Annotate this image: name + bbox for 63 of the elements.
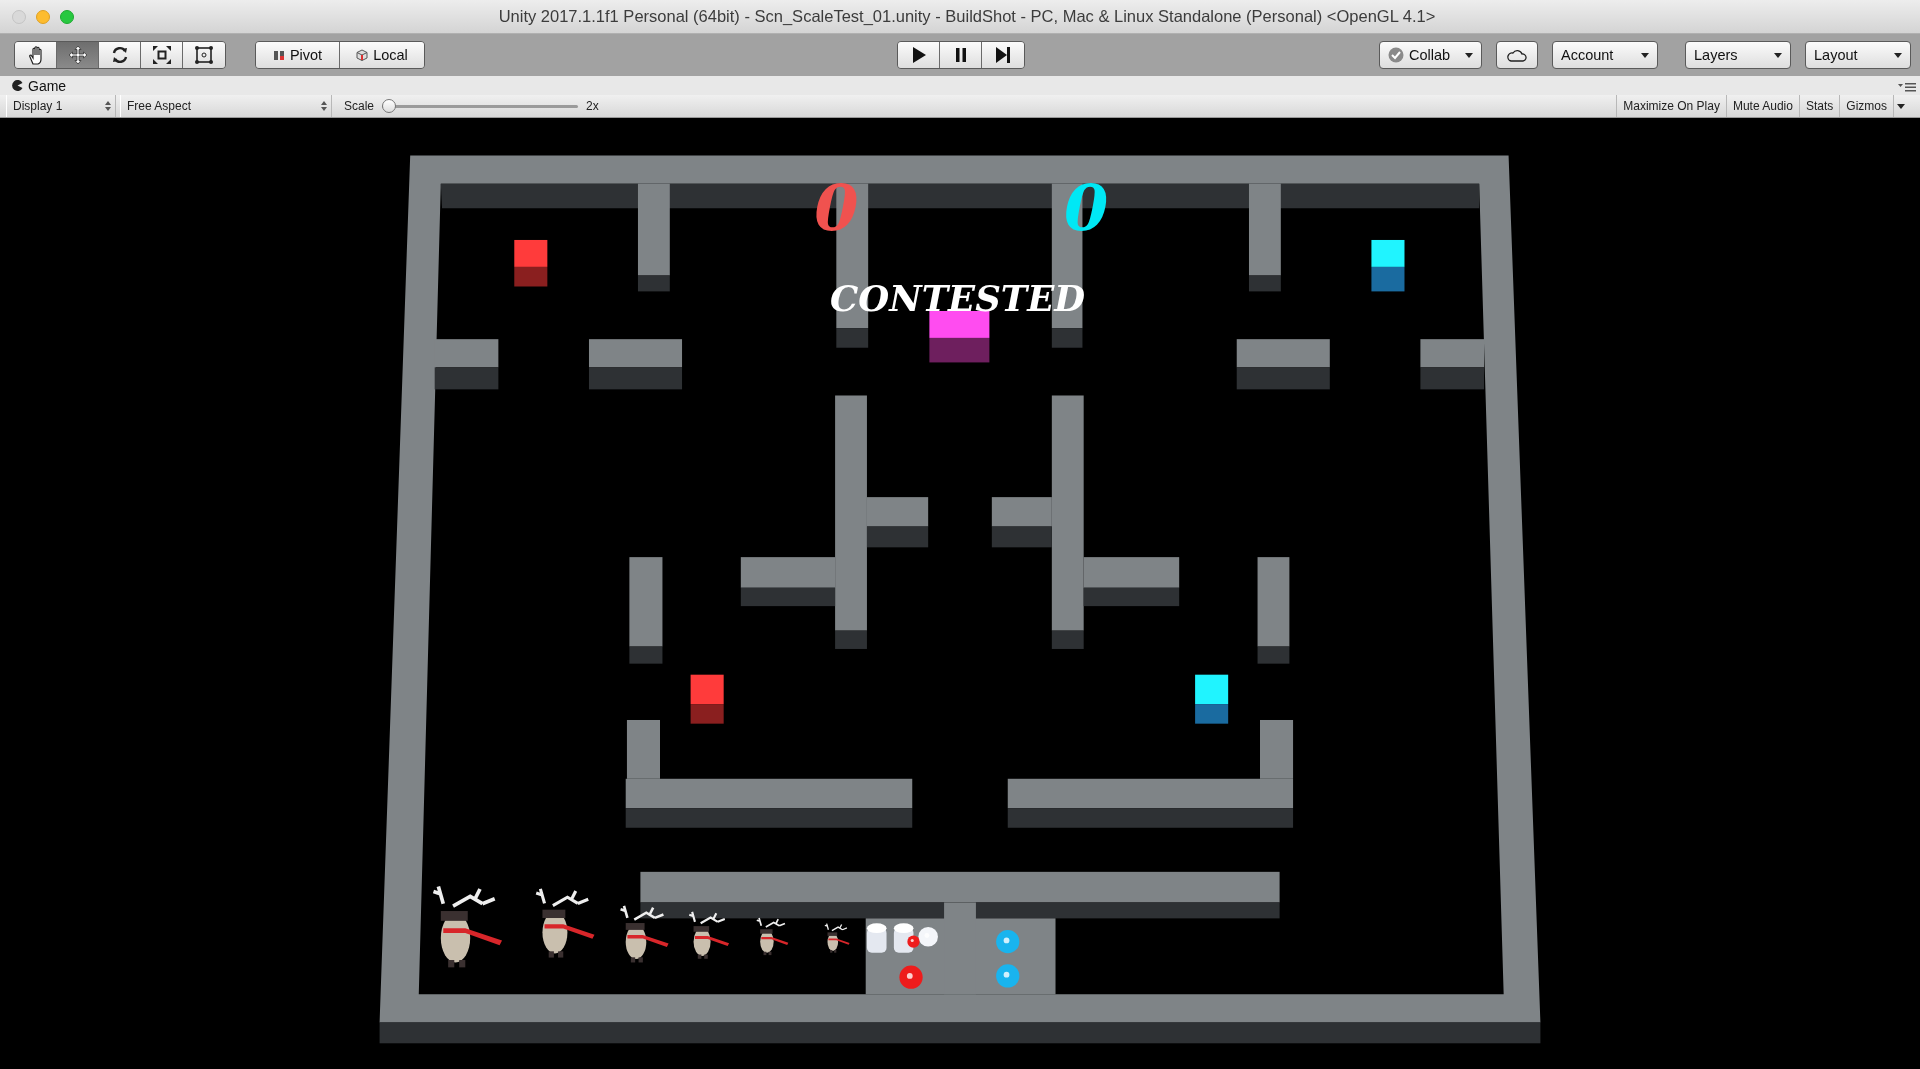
deer-character	[688, 910, 730, 959]
gizmos-dropdown[interactable]	[1893, 95, 1908, 117]
window-title: Unity 2017.1.1f1 Personal (64bit) - Scn_ScaleTest_01.unity - BuildShot - PC, Mac & Linux Standalone (Personal) <OpenGL 4.1>	[497, 7, 1437, 26]
cylinder	[866, 923, 887, 953]
toggle-button[interactable]: Mute Audio	[1725, 95, 1799, 117]
caret-icon	[1641, 52, 1649, 58]
pacman-icon	[12, 80, 23, 91]
deer-character	[824, 922, 850, 953]
score-text: 0	[814, 170, 859, 246]
tool-button[interactable]	[15, 42, 57, 68]
dropdown-menu[interactable]: Account	[1552, 41, 1658, 69]
pivot-mode-button[interactable]: Local	[340, 42, 424, 68]
tool-button[interactable]	[99, 42, 141, 68]
caret-icon	[1894, 52, 1902, 58]
scale-label: Scale	[344, 99, 375, 113]
status-text: CONTESTED	[830, 278, 1086, 319]
deer-character	[619, 904, 669, 963]
game-tab[interactable]: Game	[12, 77, 67, 94]
dropdown-menu[interactable]: Layout	[1805, 41, 1911, 69]
toggle-button[interactable]: Stats	[1798, 95, 1840, 117]
sphere	[996, 964, 1020, 988]
updown-arrow-icon	[321, 101, 327, 111]
scale-slider[interactable]	[382, 99, 579, 113]
scale-value: 2x	[586, 99, 599, 113]
toggle-button[interactable]: Gizmos	[1839, 95, 1893, 117]
play-button[interactable]	[898, 42, 940, 68]
step-button[interactable]	[982, 42, 1024, 68]
dropdown-menu[interactable]: Layers	[1685, 41, 1791, 69]
collab-button[interactable]: Collab	[1379, 41, 1482, 69]
check-circle-icon	[1388, 47, 1404, 63]
slider-thumb[interactable]	[382, 99, 397, 113]
wall	[434, 339, 499, 390]
cloud-icon	[1507, 48, 1527, 62]
caret-icon	[1897, 103, 1905, 109]
deer-character	[534, 887, 595, 958]
aspect-dropdown[interactable]: Free Aspect	[120, 95, 332, 117]
panel-menu-icon[interactable]	[1898, 82, 1916, 92]
sphere	[996, 930, 1020, 954]
toggle-button[interactable]: Maximize On Play	[1616, 95, 1726, 117]
tool-button[interactable]	[141, 42, 183, 68]
cloud-button[interactable]	[1496, 41, 1538, 69]
cube-icon	[356, 49, 369, 61]
tool-button[interactable]	[183, 42, 225, 68]
rect-tool-icon	[194, 45, 214, 65]
pivot-mode-button[interactable]: Pivot	[256, 42, 340, 68]
cube	[690, 674, 724, 724]
sphere	[899, 965, 923, 989]
step-icon	[993, 45, 1013, 65]
score-text: 0	[1063, 170, 1109, 246]
cube	[929, 311, 990, 363]
caret-icon	[1774, 52, 1782, 58]
scale-icon	[151, 45, 172, 65]
deer-character	[755, 917, 789, 956]
wall	[1420, 339, 1485, 390]
pause-button[interactable]	[940, 42, 982, 68]
move-icon	[67, 45, 88, 65]
pivot-icon	[272, 49, 285, 61]
cube	[514, 239, 548, 287]
updown-arrow-icon	[105, 101, 111, 111]
cube	[1195, 674, 1229, 724]
display-dropdown[interactable]: Display 1	[6, 95, 116, 117]
caret-icon	[1465, 52, 1473, 58]
cube	[1371, 239, 1405, 292]
